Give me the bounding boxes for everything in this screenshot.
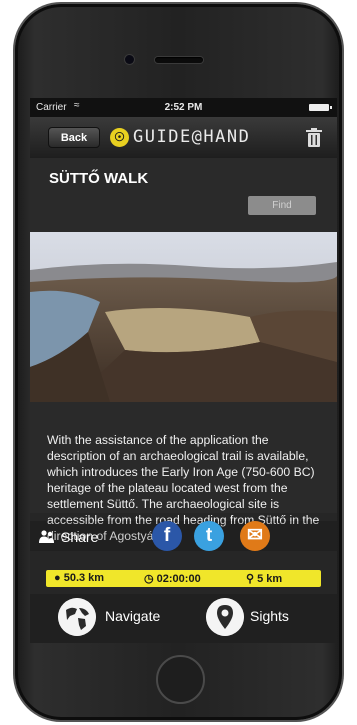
status-bar: Carrier ≈ 2:52 PM: [30, 98, 337, 117]
sights-button[interactable]: Sights: [250, 608, 289, 624]
brand-title: GUIDE@HAND: [133, 127, 251, 147]
walk-stat: ⚲ 5 km: [246, 573, 283, 585]
app-screen: Carrier ≈ 2:52 PM Back ☉ GUIDE@HAND SÜTT…: [30, 98, 337, 643]
bottom-toolbar: Navigate Sights: [30, 594, 337, 643]
walk-detail: SÜTTŐ WALK Find With the assistance of t…: [30, 158, 337, 543]
people-icon: [39, 530, 54, 543]
distance-value: 50.3 km: [63, 572, 105, 584]
back-button[interactable]: Back: [48, 127, 100, 148]
earpiece-speaker: [155, 57, 203, 63]
home-button[interactable]: [156, 655, 205, 704]
share-label: Share: [61, 529, 99, 545]
share-bar: Share f t ✉: [30, 521, 337, 551]
find-button[interactable]: Find: [248, 196, 316, 215]
trash-icon[interactable]: [305, 128, 323, 148]
battery-icon: [309, 104, 332, 111]
navigate-button[interactable]: Navigate: [105, 608, 160, 624]
facebook-icon[interactable]: f: [152, 521, 182, 551]
globe-icon[interactable]: [58, 598, 96, 636]
map-pin-icon[interactable]: [206, 598, 244, 636]
duration-stat: ◷ 02:00:00: [144, 573, 201, 585]
page-title: SÜTTŐ WALK: [49, 170, 149, 187]
status-time: 2:52 PM: [164, 102, 203, 113]
front-camera: [125, 55, 134, 64]
twitter-icon[interactable]: t: [194, 521, 224, 551]
guide-logo-icon: ☉: [110, 128, 129, 147]
route-stats: ● 50.3 km ◷ 02:00:00 ⚲ 5 km: [46, 570, 321, 587]
walk-value: 5 km: [257, 573, 283, 585]
landscape-photo: [30, 232, 337, 402]
distance-stat: ● 50.3 km: [54, 572, 105, 584]
mail-icon[interactable]: ✉: [240, 521, 270, 551]
duration-value: 02:00:00: [156, 573, 201, 585]
nav-bar: Back ☉ GUIDE@HAND: [30, 117, 337, 159]
